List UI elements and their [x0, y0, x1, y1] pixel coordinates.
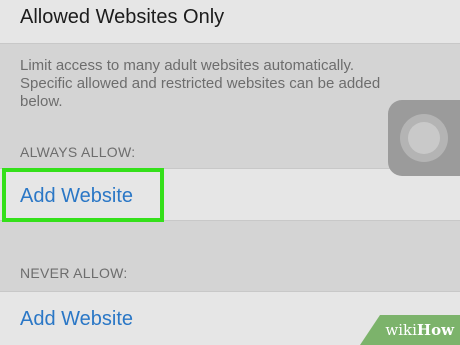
assistive-touch-icon[interactable]: [388, 100, 460, 176]
description-line-3: below.: [20, 93, 63, 110]
description-line-1: Limit access to many adult websites auto…: [20, 57, 355, 74]
highlight-box: [2, 168, 164, 222]
allowed-websites-only-label: Allowed Websites Only: [20, 6, 225, 28]
wikihow-logo-text: wikiHow: [385, 321, 454, 339]
never-allow-add-website-button[interactable]: Add Website: [20, 308, 133, 331]
allowed-websites-only-row[interactable]: Allowed Websites Only: [0, 0, 460, 44]
assistive-touch-inner-ring: [408, 122, 440, 154]
always-allow-header: ALWAYS ALLOW:: [20, 144, 136, 160]
description-line-2: Specific allowed and restricted websites…: [20, 75, 381, 92]
description-text: Limit access to many adult websites auto…: [20, 57, 440, 111]
never-allow-header: NEVER ALLOW:: [20, 265, 128, 281]
